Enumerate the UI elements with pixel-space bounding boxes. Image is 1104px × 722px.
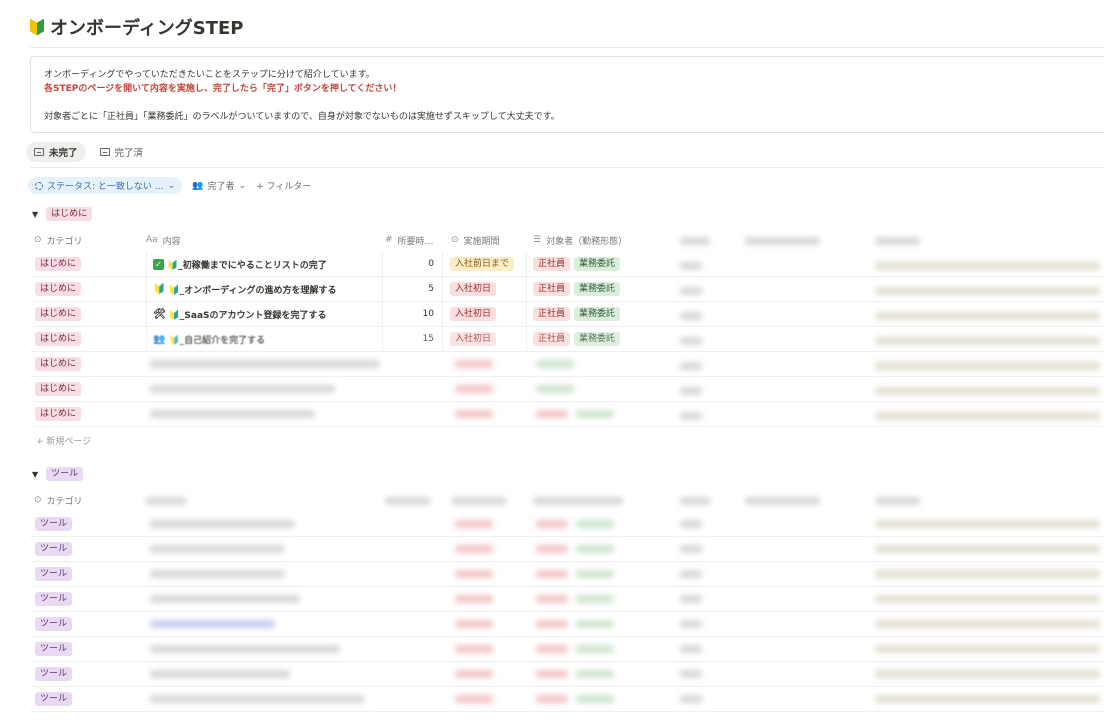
number-icon: # bbox=[385, 235, 393, 245]
tab-completed[interactable]: 完了済 bbox=[92, 142, 152, 162]
beginner-mark-icon bbox=[30, 18, 44, 36]
row-title[interactable]: 🔰_オンボーディングの進め方を理解する bbox=[168, 283, 336, 296]
target-tag: 正社員 bbox=[533, 332, 571, 346]
beginner-icon: 🔰 bbox=[153, 283, 166, 295]
time-value: 5 bbox=[382, 277, 442, 301]
people-icon: 👥 bbox=[192, 180, 204, 191]
time-value: 0 bbox=[382, 252, 442, 276]
period-tag: 入社前日まで bbox=[450, 257, 515, 271]
assignee-filter[interactable]: 👥 完了者 ⌄ bbox=[192, 179, 247, 193]
caret-down-icon: ▼ bbox=[32, 209, 39, 219]
select-icon: ⊙ bbox=[34, 235, 42, 245]
text-icon: Aa bbox=[146, 235, 158, 245]
time-value: 15 bbox=[382, 327, 442, 351]
description-callout: オンボーディングでやっていただきたいことをステップに分けて紹介しています。 各S… bbox=[30, 56, 1104, 133]
category-tag: はじめに bbox=[35, 382, 82, 396]
target-tag: 正社員 bbox=[533, 257, 571, 271]
add-filter-button[interactable]: + フィルター bbox=[256, 179, 311, 192]
category-tag: ツール bbox=[35, 517, 73, 531]
callout-line-3: 対象者ごとに「正社員」「業務委託」のラベルがついていますので、自身が対象でないも… bbox=[44, 112, 560, 122]
group-header-intro[interactable]: ▼ はじめに bbox=[32, 207, 93, 221]
column-header-target[interactable]: ☰ 対象者（勤務形態） bbox=[533, 229, 627, 251]
group-tag: ツール bbox=[46, 467, 84, 481]
target-tag: 正社員 bbox=[533, 282, 571, 296]
callout-line-2: 各STEPのページを開いて内容を実施し、完了したら「完了」ボタンを押してください… bbox=[44, 84, 402, 94]
category-tag: ツール bbox=[35, 642, 73, 656]
category-tag: はじめに bbox=[35, 407, 82, 421]
tools-icon: 🛠 bbox=[153, 308, 166, 320]
table-icon bbox=[99, 148, 110, 156]
row-title[interactable]: 🔰_初稼働までにやることリストの完了 bbox=[167, 258, 327, 271]
chevron-down-icon: ⌄ bbox=[238, 180, 247, 191]
status-filter-chip[interactable]: ステータス: と一致しない … ⌄ bbox=[28, 177, 183, 194]
new-page-button[interactable]: + 新規ページ bbox=[36, 434, 91, 447]
target-tag: 業務委託 bbox=[574, 282, 621, 296]
category-tag: はじめに bbox=[35, 257, 82, 271]
period-tag: 入社初日 bbox=[450, 332, 497, 346]
period-tag: 入社初日 bbox=[450, 307, 497, 321]
category-tag: ツール bbox=[35, 617, 73, 631]
column-header-content[interactable]: Aa 内容 bbox=[146, 229, 181, 251]
period-tag: 入社初日 bbox=[450, 282, 497, 296]
category-tag: はじめに bbox=[35, 282, 82, 296]
category-tag: はじめに bbox=[35, 307, 82, 321]
divider bbox=[30, 47, 1104, 48]
time-value: 10 bbox=[382, 302, 442, 326]
chevron-down-icon: ⌄ bbox=[167, 180, 176, 191]
category-tag: ツール bbox=[35, 592, 73, 606]
list-icon: ☰ bbox=[533, 235, 542, 245]
target-tag: 業務委託 bbox=[574, 332, 621, 346]
group-header-tools[interactable]: ▼ ツール bbox=[32, 467, 84, 481]
page-title: オンボーディングSTEP bbox=[30, 14, 243, 40]
category-tag: ツール bbox=[35, 542, 73, 556]
select-icon: ⊙ bbox=[451, 235, 459, 245]
callout-line-1: オンボーディングでやっていただきたいことをステップに分けて紹介しています。 bbox=[44, 70, 375, 80]
check-icon: ✓ bbox=[153, 258, 164, 270]
view-tabs: 未完了 完了済 bbox=[26, 142, 151, 162]
select-icon: ⊙ bbox=[34, 495, 42, 505]
category-tag: ツール bbox=[35, 692, 73, 706]
row-title[interactable]: 🔰_自己紹介を完了する bbox=[168, 333, 265, 346]
filter-bar: ステータス: と一致しない … ⌄ 👥 完了者 ⌄ + フィルター bbox=[28, 177, 311, 194]
caret-down-icon: ▼ bbox=[32, 469, 39, 479]
page-title-text: オンボーディングSTEP bbox=[50, 18, 244, 39]
category-tag: ツール bbox=[35, 667, 73, 681]
column-header-period[interactable]: ⊙ 実施期間 bbox=[451, 229, 500, 251]
group-tag: はじめに bbox=[46, 207, 93, 221]
target-tag: 業務委託 bbox=[574, 307, 621, 321]
category-tag: ツール bbox=[35, 567, 73, 581]
column-header-category[interactable]: ⊙ カテゴリ bbox=[34, 229, 83, 251]
target-tag: 業務委託 bbox=[574, 257, 621, 271]
people-icon: 👥 bbox=[153, 333, 166, 345]
divider bbox=[30, 167, 1104, 168]
tab-incomplete[interactable]: 未完了 bbox=[26, 142, 86, 162]
target-tag: 正社員 bbox=[533, 307, 571, 321]
column-header-time[interactable]: # 所要時… bbox=[385, 229, 434, 251]
row-title[interactable]: 🔰_SaaSのアカウント登録を完了する bbox=[169, 308, 327, 321]
category-tag: はじめに bbox=[35, 332, 82, 346]
column-header-category[interactable]: ⊙ カテゴリ bbox=[34, 489, 83, 511]
category-tag: はじめに bbox=[35, 357, 82, 371]
table-icon bbox=[34, 148, 44, 156]
status-icon bbox=[35, 181, 43, 190]
